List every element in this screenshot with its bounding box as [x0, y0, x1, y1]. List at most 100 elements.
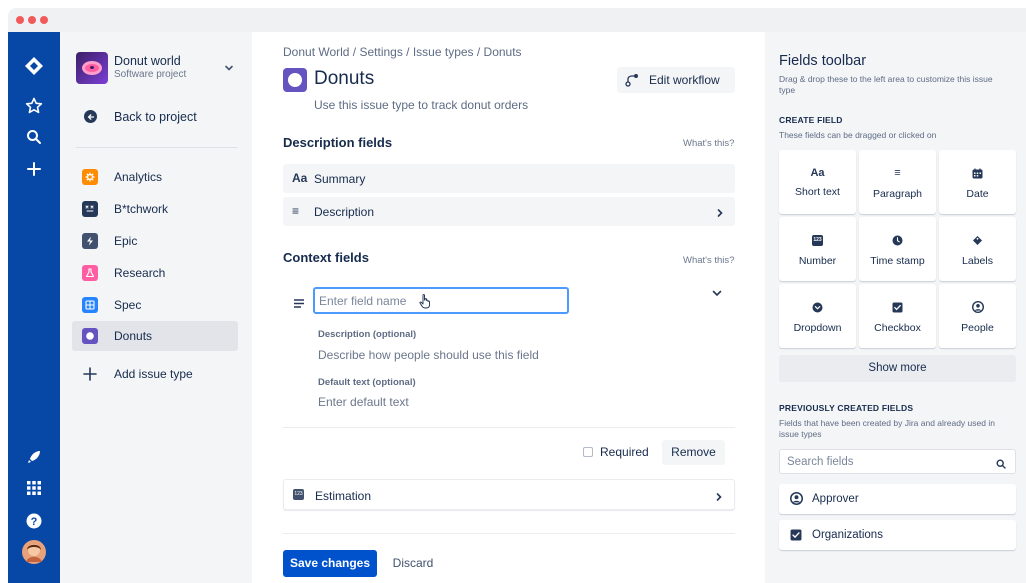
- back-to-project-label: Back to project: [114, 110, 197, 124]
- field-tile-label: Checkbox: [874, 322, 921, 334]
- sidebar-item-epic[interactable]: Epic: [72, 226, 238, 256]
- window-zoom-button[interactable]: [40, 16, 48, 24]
- chevron-right-icon[interactable]: [715, 205, 725, 223]
- field-tile-label: Number: [798, 255, 837, 267]
- field-tile-dropdown[interactable]: Dropdown: [779, 284, 856, 348]
- required-label[interactable]: Required: [600, 445, 649, 459]
- dropdown-icon: [779, 300, 856, 314]
- sidebar-item-label: Epic: [114, 234, 138, 248]
- create-field-heading: CREATE FIELD: [779, 115, 843, 125]
- jira-logo-icon[interactable]: [22, 54, 46, 78]
- sidebar-item-label: Donuts: [114, 329, 153, 343]
- number-icon: 123: [293, 489, 304, 500]
- project-sidebar: Donut world Software project Back to pro…: [60, 32, 252, 583]
- context-fields-heading: Context fields: [283, 250, 369, 265]
- tag-icon: [939, 233, 1016, 247]
- donut-issue-type-icon: [283, 68, 307, 92]
- field-tile-label: People: [961, 322, 994, 334]
- search-icon[interactable]: [22, 125, 46, 149]
- drag-handle-icon[interactable]: [294, 295, 304, 313]
- field-tile-time-stamp[interactable]: Time stamp: [859, 217, 936, 281]
- field-description[interactable]: ≡ Description: [283, 197, 735, 226]
- project-name[interactable]: Donut world: [114, 54, 181, 68]
- context-whats-this-link[interactable]: What's this?: [683, 255, 734, 266]
- bitchwork-icon: [82, 201, 98, 217]
- search-icon[interactable]: [996, 456, 1006, 474]
- show-more-button[interactable]: Show more: [779, 355, 1016, 382]
- field-tile-number[interactable]: 123 Number: [779, 217, 856, 281]
- field-tile-date[interactable]: Date: [939, 150, 1016, 214]
- plus-icon[interactable]: [22, 157, 46, 181]
- field-summary[interactable]: Aa Summary: [283, 164, 735, 193]
- gear-icon: [82, 169, 98, 185]
- page-title: Donuts: [314, 68, 375, 89]
- breadcrumb[interactable]: Donut World / Settings / Issue types / D…: [283, 45, 522, 59]
- app-switcher-icon[interactable]: [22, 476, 46, 500]
- help-icon[interactable]: ?: [22, 509, 46, 533]
- field-tile-labels[interactable]: Labels: [939, 217, 1016, 281]
- field-tile-short-text[interactable]: Aa Short text: [779, 150, 856, 214]
- field-label: Estimation: [315, 489, 372, 503]
- create-field-subtitle: These fields can be dragged or clicked o…: [779, 130, 937, 140]
- chevron-down-icon[interactable]: [224, 60, 234, 78]
- discard-button[interactable]: Discard: [385, 550, 441, 577]
- number-icon: 123: [779, 233, 856, 247]
- star-icon[interactable]: [22, 94, 46, 118]
- edit-workflow-button[interactable]: Edit workflow: [617, 67, 735, 93]
- required-checkbox[interactable]: [583, 447, 593, 457]
- paragraph-icon: ≡: [292, 204, 300, 218]
- window-titlebar: [8, 8, 1026, 32]
- field-name-input[interactable]: [313, 287, 569, 314]
- page-subtitle: Use this issue type to track donut order…: [314, 98, 529, 112]
- text-icon: Aa: [810, 167, 825, 179]
- sidebar-item-btchwork[interactable]: B*tchwork: [72, 194, 238, 224]
- field-description-input[interactable]: Describe how people should use this fiel…: [318, 348, 539, 362]
- context-divider: [283, 427, 735, 428]
- chevron-right-icon[interactable]: [714, 489, 724, 507]
- sidebar-item-label: Research: [114, 266, 166, 280]
- field-tile-checkbox[interactable]: Checkbox: [859, 284, 936, 348]
- lightning-icon: [82, 233, 98, 249]
- person-icon: [789, 491, 804, 510]
- field-tile-label: Paragraph: [872, 188, 923, 200]
- description-optional-label: Description (optional): [318, 329, 417, 340]
- chevron-down-icon[interactable]: [711, 286, 723, 304]
- profile-avatar[interactable]: [22, 540, 46, 564]
- workflow-icon: [625, 73, 639, 90]
- previous-field-approver[interactable]: Approver: [779, 484, 1016, 514]
- rocket-icon[interactable]: [22, 445, 46, 469]
- fields-toolbar-title: Fields toolbar: [779, 53, 867, 69]
- sidebar-item-label: Spec: [114, 298, 142, 312]
- window-close-button[interactable]: [16, 16, 24, 24]
- field-estimation[interactable]: 123 Estimation: [283, 479, 735, 510]
- field-tile-people[interactable]: People: [939, 284, 1016, 348]
- previously-created-subtitle: Fields that have been created by Jira an…: [779, 418, 995, 439]
- previous-field-organizations[interactable]: Organizations: [779, 520, 1016, 550]
- arrow-left-icon: [84, 110, 97, 123]
- project-avatar: [76, 52, 108, 84]
- remove-button[interactable]: Remove: [662, 440, 725, 465]
- calendar-icon: [939, 166, 1016, 180]
- checkbox-icon: [859, 300, 936, 314]
- back-to-project-link[interactable]: Back to project: [84, 110, 197, 124]
- fields-toolbar-description: Drag & drop these to the left area to cu…: [779, 74, 993, 95]
- sidebar-item-analytics[interactable]: Analytics: [72, 162, 238, 192]
- search-fields-input[interactable]: [779, 449, 1016, 474]
- donut-icon: [82, 328, 98, 344]
- field-tile-paragraph[interactable]: ≡ Paragraph: [859, 150, 936, 214]
- field-label: Approver: [812, 493, 859, 505]
- field-tile-label: Date: [966, 188, 989, 200]
- window-minimize-button[interactable]: [28, 16, 36, 24]
- text-icon: Aa: [292, 171, 308, 185]
- sidebar-item-research[interactable]: Research: [72, 258, 238, 288]
- default-text-input[interactable]: Enter default text: [318, 395, 409, 409]
- add-issue-type-button[interactable]: Add issue type: [72, 359, 238, 389]
- flask-icon: [82, 265, 98, 281]
- description-whats-this-link[interactable]: What's this?: [683, 138, 734, 149]
- plus-icon: [82, 366, 98, 382]
- sidebar-item-spec[interactable]: Spec: [72, 290, 238, 320]
- save-changes-button[interactable]: Save changes: [283, 550, 377, 577]
- sidebar-item-donuts[interactable]: Donuts: [72, 321, 238, 351]
- field-tile-label: Time stamp: [870, 255, 925, 267]
- sidebar-item-label: Analytics: [114, 170, 163, 184]
